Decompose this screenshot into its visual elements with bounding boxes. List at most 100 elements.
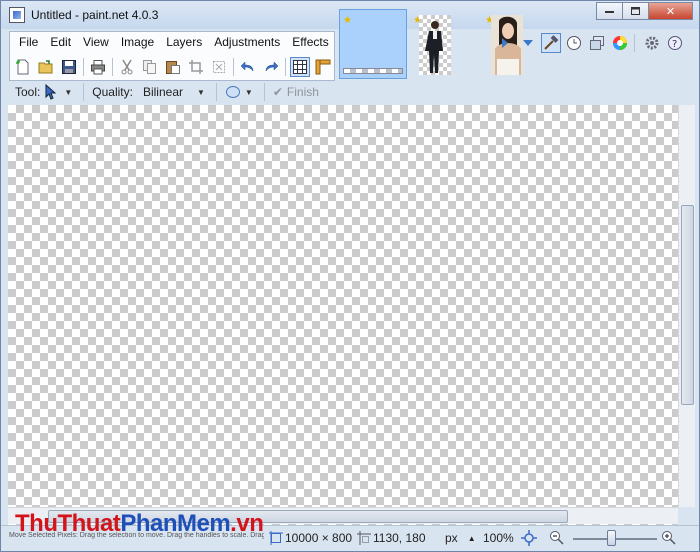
menu-bar: File Edit View Image Layers Adjustments …: [9, 31, 335, 53]
new-file-icon: [16, 59, 29, 75]
crop-icon: [189, 60, 203, 74]
chevron-right-icon: [502, 38, 508, 48]
chevron-down-icon: [523, 40, 533, 46]
help-button[interactable]: ?: [665, 33, 685, 53]
zoom-value: 100%: [483, 531, 514, 545]
selection-mode-icon[interactable]: [225, 84, 241, 100]
quality-dropdown-arrow[interactable]: ▼: [197, 88, 205, 97]
unit-value: px: [445, 531, 458, 545]
window-title: Untitled - paint.net 4.0.3: [31, 8, 159, 22]
watermark: ThuThuatPhanMem.vn: [15, 510, 264, 538]
settings-button[interactable]: [642, 33, 662, 53]
toolbar-separator: [285, 58, 286, 76]
cursor-position-icon: [357, 531, 371, 545]
menu-view[interactable]: View: [77, 31, 115, 53]
menu-effects[interactable]: Effects: [286, 31, 334, 53]
zoom-out-button[interactable]: [549, 530, 565, 546]
toolbar-separator: [233, 58, 234, 76]
open-button[interactable]: [36, 57, 56, 77]
paintnet-app-icon[interactable]: [9, 7, 25, 23]
finish-button[interactable]: Finish: [287, 85, 319, 99]
thumbnail-strip: [343, 68, 403, 74]
tool-options-bar: Tool: ▼ Quality: Bilinear ▼ ▼ ✔ Finish: [1, 81, 699, 103]
history-window-button[interactable]: [564, 33, 584, 53]
selection-mode-dropdown-arrow[interactable]: ▼: [245, 88, 253, 97]
copy-button[interactable]: [140, 57, 160, 77]
toggle-grid-button[interactable]: [290, 57, 310, 77]
menu-edit[interactable]: Edit: [44, 31, 77, 53]
undo-button[interactable]: [238, 57, 258, 77]
menu-adjustments[interactable]: Adjustments: [208, 31, 286, 53]
quality-select[interactable]: Bilinear: [143, 85, 183, 99]
toolbar-separator: [83, 58, 84, 76]
minimize-button[interactable]: [596, 2, 623, 20]
paste-button[interactable]: [163, 57, 183, 77]
cursor-position-readout: 1130, 180: [357, 531, 426, 545]
window-controls: ✕: [596, 2, 693, 20]
zoom-in-button[interactable]: [661, 530, 677, 546]
unit-select[interactable]: px ▲: [445, 531, 476, 545]
vertical-scrollbar[interactable]: [678, 105, 695, 507]
redo-button[interactable]: [261, 57, 281, 77]
vertical-scroll-thumb[interactable]: [681, 205, 694, 405]
zoom-slider-thumb[interactable]: [607, 530, 616, 546]
cut-button[interactable]: [117, 57, 137, 77]
image-size-value: 10000 × 800: [285, 531, 353, 545]
menu-image[interactable]: Image: [115, 31, 160, 53]
tool-dropdown-arrow[interactable]: ▼: [64, 88, 72, 97]
image-size-readout: 10000 × 800: [269, 531, 352, 545]
zoom-in-icon: [662, 531, 676, 545]
quality-label: Quality:: [92, 85, 133, 99]
toolbar-separator: [112, 58, 113, 76]
close-button[interactable]: ✕: [648, 2, 693, 20]
deselect-icon: [213, 61, 225, 73]
watermark-part-blue: PhanMem: [120, 510, 231, 537]
zoom-readout[interactable]: 100%: [483, 531, 514, 545]
deselect-button[interactable]: [209, 57, 229, 77]
watermark-part-suffix: .vn: [230, 510, 264, 537]
scroll-tabs-right-button[interactable]: [495, 33, 515, 53]
help-icon: ?: [668, 36, 682, 50]
image-tab-man-photo[interactable]: [419, 15, 451, 75]
app-window: Untitled - paint.net 4.0.3 ✕ File Edit V…: [0, 0, 700, 552]
undo-icon: [240, 61, 254, 72]
new-file-button[interactable]: [13, 57, 33, 77]
image-size-icon: [269, 531, 283, 545]
save-button[interactable]: [59, 57, 79, 77]
zoom-out-icon: [550, 531, 564, 545]
menu-layers[interactable]: Layers: [160, 31, 208, 53]
svg-text:?: ?: [672, 39, 677, 50]
clock-icon: [567, 36, 581, 50]
toolbar-separator: [83, 83, 85, 101]
toolbar-separator: [634, 34, 635, 52]
menu-file[interactable]: File: [13, 31, 44, 53]
check-icon: ✔: [272, 85, 283, 99]
print-button[interactable]: [88, 57, 108, 77]
color-wheel-icon: [613, 36, 627, 50]
layers-window-button[interactable]: [587, 33, 607, 53]
grid-icon: [293, 60, 307, 74]
open-icon: [38, 60, 53, 74]
unsaved-star-icon: ★: [343, 15, 352, 26]
hammer-icon: [544, 35, 559, 50]
zoom-to-window-icon: [521, 530, 537, 546]
redo-icon: [265, 61, 279, 72]
tools-window-button[interactable]: [541, 33, 561, 53]
colors-window-button[interactable]: [610, 33, 630, 53]
crop-button[interactable]: [186, 57, 206, 77]
window-tools: ?: [492, 33, 685, 53]
man-photo-thumbnail: [425, 21, 443, 73]
toolbar-separator: [263, 83, 265, 101]
copy-icon: [143, 60, 156, 74]
watermark-part-red: ThuThuat: [15, 510, 121, 537]
image-canvas[interactable]: [8, 105, 678, 525]
layers-icon: [590, 36, 604, 50]
zoom-to-window-button[interactable]: [521, 530, 537, 546]
tabs-menu-button[interactable]: [518, 33, 538, 53]
gear-icon: [645, 36, 659, 50]
move-selected-pixels-icon[interactable]: [44, 84, 60, 100]
chevron-up-icon: ▲: [467, 533, 476, 543]
toolbar-separator: [215, 83, 217, 101]
maximize-button[interactable]: [622, 2, 649, 20]
toggle-rulers-button[interactable]: [313, 57, 333, 77]
